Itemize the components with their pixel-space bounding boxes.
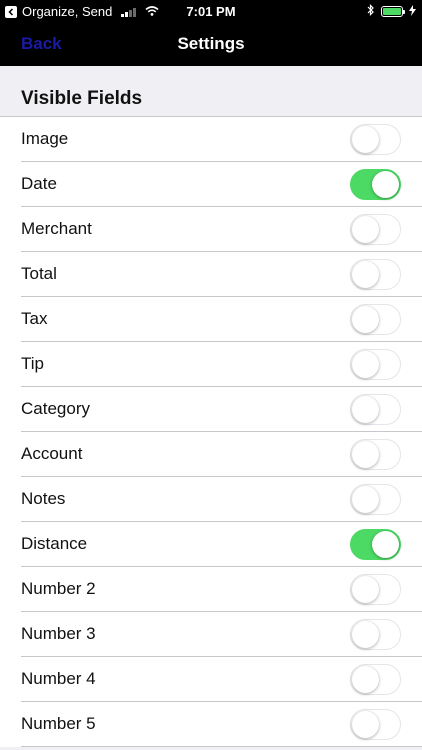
charging-bolt-icon bbox=[409, 4, 416, 19]
field-label: Distance bbox=[21, 534, 88, 553]
field-label: Image bbox=[21, 129, 69, 148]
field-row-account: Account bbox=[21, 432, 422, 477]
toggle-knob bbox=[352, 621, 379, 648]
toggle-switch-tip[interactable] bbox=[350, 349, 401, 380]
toggle-knob bbox=[352, 576, 379, 603]
visible-fields-list: Image Date Merchant Total Tax Tip Category Acco… bbox=[0, 116, 422, 747]
field-row-image: Image bbox=[21, 117, 422, 162]
toggle-knob bbox=[352, 666, 379, 693]
field-label: Tip bbox=[21, 354, 44, 373]
section-header: Visible Fields bbox=[0, 66, 422, 116]
toggle-switch-category[interactable] bbox=[350, 394, 401, 425]
toggle-switch-total[interactable] bbox=[350, 259, 401, 290]
field-row-tax: Tax bbox=[21, 297, 422, 342]
status-bar: Organize, Send 7:01 PM bbox=[0, 0, 422, 22]
field-row-number-4: Number 4 bbox=[21, 657, 422, 702]
toggle-knob bbox=[352, 216, 379, 243]
field-row-distance: Distance bbox=[21, 522, 422, 567]
toggle-knob bbox=[372, 531, 399, 558]
field-row-number-3: Number 3 bbox=[21, 612, 422, 657]
toggle-switch-account[interactable] bbox=[350, 439, 401, 470]
toggle-knob bbox=[372, 171, 399, 198]
toggle-knob bbox=[352, 261, 379, 288]
toggle-knob bbox=[352, 306, 379, 333]
field-row-total: Total bbox=[21, 252, 422, 297]
field-row-number-5: Number 5 bbox=[21, 702, 422, 747]
toggle-knob bbox=[352, 441, 379, 468]
navigation-bar: Back Settings bbox=[0, 22, 422, 66]
field-label: Total bbox=[21, 264, 57, 283]
toggle-switch-number-5[interactable] bbox=[350, 709, 401, 740]
toggle-switch-number-3[interactable] bbox=[350, 619, 401, 650]
bluetooth-icon bbox=[367, 4, 375, 19]
field-label: Merchant bbox=[21, 219, 92, 238]
toggle-knob bbox=[352, 351, 379, 378]
field-label: Number 4 bbox=[21, 669, 96, 688]
field-label: Tax bbox=[21, 309, 48, 328]
toggle-switch-notes[interactable] bbox=[350, 484, 401, 515]
page-title: Settings bbox=[177, 34, 245, 53]
field-row-notes: Notes bbox=[21, 477, 422, 522]
field-row-category: Category bbox=[21, 387, 422, 432]
field-label: Date bbox=[21, 174, 57, 193]
toggle-knob bbox=[352, 396, 379, 423]
field-label: Category bbox=[21, 399, 90, 418]
field-label: Number 5 bbox=[21, 714, 96, 733]
field-label: Notes bbox=[21, 489, 66, 508]
field-row-tip: Tip bbox=[21, 342, 422, 387]
toggle-knob bbox=[352, 486, 379, 513]
toggle-switch-tax[interactable] bbox=[350, 304, 401, 335]
toggle-switch-image[interactable] bbox=[350, 124, 401, 155]
field-label: Number 2 bbox=[21, 579, 96, 598]
toggle-switch-number-2[interactable] bbox=[350, 574, 401, 605]
section-title: Visible Fields bbox=[21, 88, 143, 109]
status-time: 7:01 PM bbox=[186, 4, 236, 19]
field-row-merchant: Merchant bbox=[21, 207, 422, 252]
toggle-switch-date[interactable] bbox=[350, 169, 401, 200]
field-label: Number 3 bbox=[21, 624, 96, 643]
status-right bbox=[367, 4, 416, 19]
toggle-knob bbox=[352, 126, 379, 153]
toggle-switch-distance[interactable] bbox=[350, 529, 401, 560]
toggle-switch-number-4[interactable] bbox=[350, 664, 401, 695]
toggle-knob bbox=[352, 711, 379, 738]
field-label: Account bbox=[21, 444, 83, 463]
battery-icon bbox=[381, 6, 405, 17]
field-row-date: Date bbox=[21, 162, 422, 207]
field-row-number-2: Number 2 bbox=[21, 567, 422, 612]
toggle-switch-merchant[interactable] bbox=[350, 214, 401, 245]
